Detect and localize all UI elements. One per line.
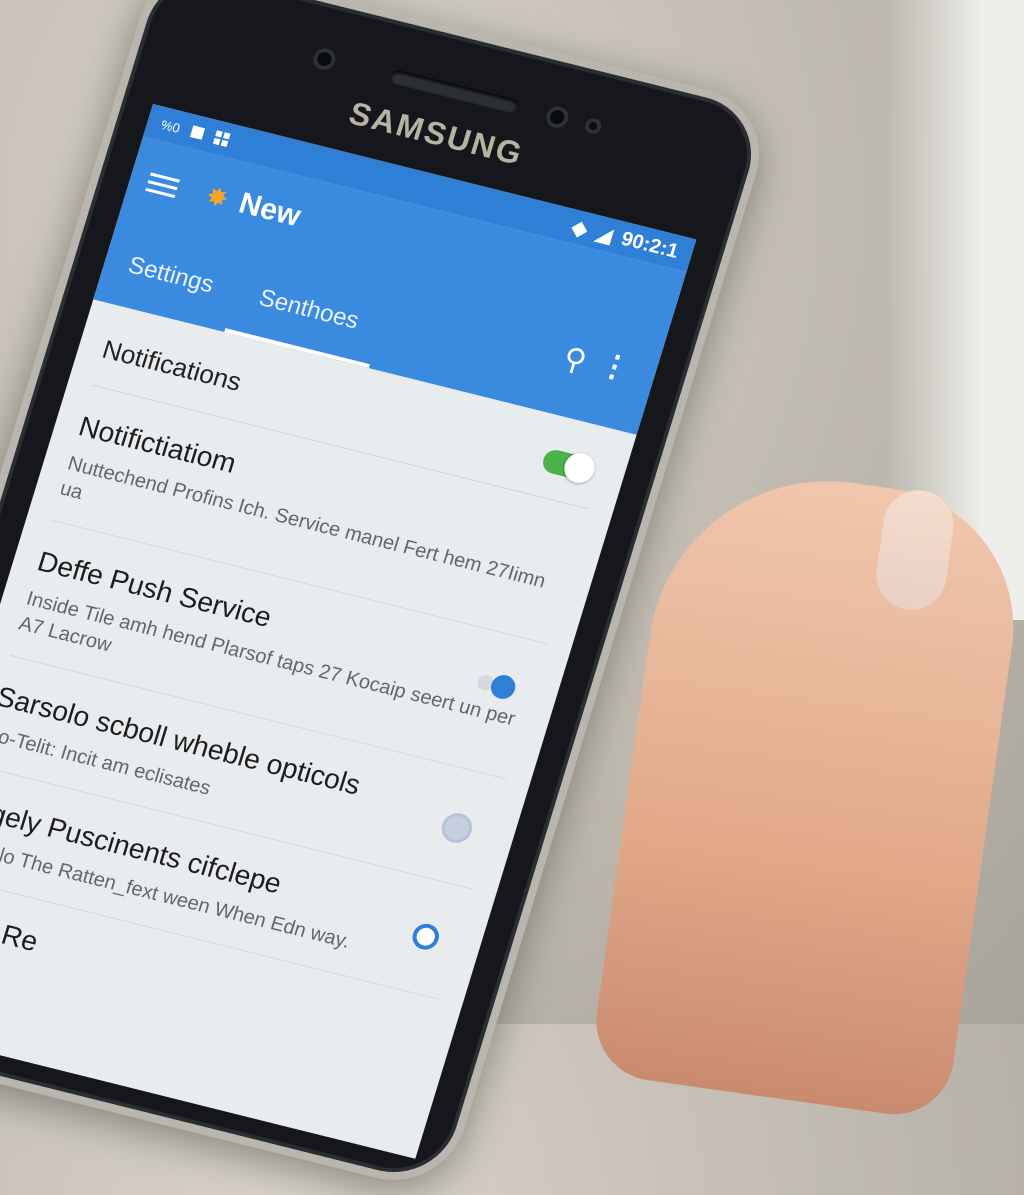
notifications-toggle[interactable] [540, 447, 594, 483]
signal-icon: ◢ [593, 222, 616, 247]
apps-icon [212, 130, 231, 148]
screen: %0 ◆ ◢ 90:2:1 ✸ New ⚲ ⋮ Settings Senthoe… [0, 103, 697, 1159]
status-left-text: %0 [159, 116, 183, 136]
menu-icon[interactable] [144, 168, 182, 203]
front-sensor [310, 45, 339, 73]
section-title: Notifications [98, 333, 246, 397]
settings-list: Notifications Notifictiatiom Nuttechend … [0, 299, 637, 1089]
front-camera [543, 103, 572, 131]
sun-icon: ✸ [202, 180, 233, 215]
wifi-icon: ◆ [569, 216, 591, 241]
right-thumb [588, 457, 1024, 1123]
notification-icon [189, 125, 205, 140]
app-title: New [235, 186, 305, 234]
proximity-sensor [583, 116, 604, 136]
